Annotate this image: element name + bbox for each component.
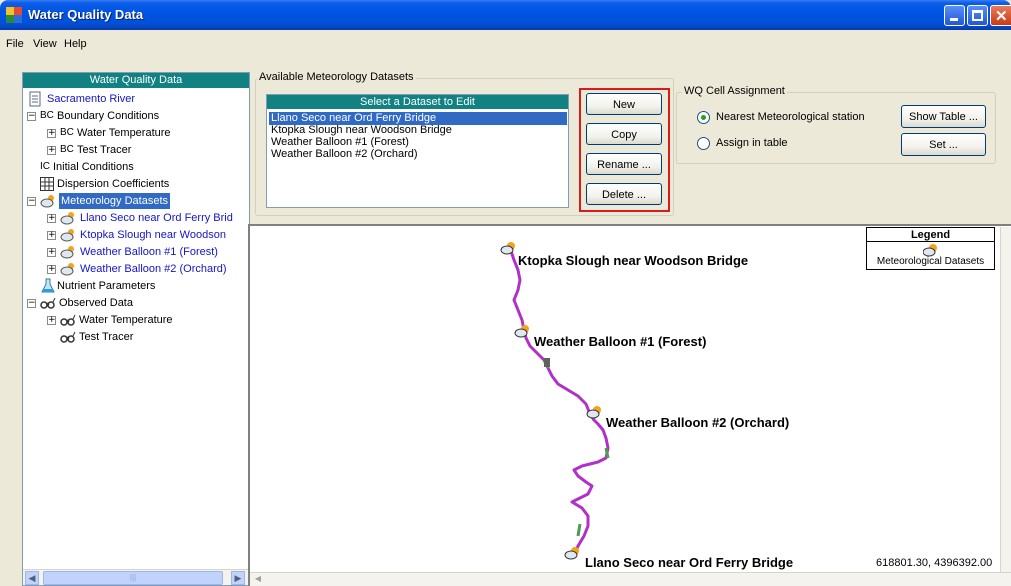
river-gauge-marker — [544, 358, 550, 367]
weather-station-icon — [60, 246, 74, 259]
scroll-thumb[interactable]: ||| — [43, 571, 223, 585]
station-label-balloon-1: Weather Balloon #1 (Forest) — [534, 334, 707, 349]
ic-icon: IC — [40, 161, 50, 172]
copy-button[interactable]: Copy — [586, 123, 662, 145]
expand-icon[interactable]: + — [47, 129, 56, 138]
glasses-icon — [60, 314, 76, 326]
menu-view[interactable]: View — [33, 38, 57, 50]
bc-icon: BC — [60, 144, 74, 155]
meteorology-group-label: Available Meteorology Datasets — [257, 71, 416, 83]
weather-station-icon — [60, 229, 74, 242]
close-icon: ✕ — [995, 8, 1008, 25]
glasses-icon — [40, 297, 56, 309]
menu-file[interactable]: File — [6, 38, 24, 50]
tree-label: Llano Seco near Ord Ferry Brid — [80, 212, 233, 224]
river-map[interactable] — [248, 224, 1011, 586]
bc-icon: BC — [40, 110, 54, 121]
river-path — [508, 247, 610, 557]
tree-label: Test Tracer — [79, 331, 134, 343]
cursor-coordinates: 618801.30, 4396392.00 — [876, 557, 993, 569]
menu-help[interactable]: Help — [64, 38, 87, 50]
delete-button[interactable]: Delete ... — [586, 183, 662, 205]
map-legend: Legend Meteorological Datasets — [866, 227, 995, 270]
legend-title: Legend — [867, 228, 994, 242]
tree-horizontal-scrollbar[interactable]: ◀ ||| ▶ — [23, 569, 249, 585]
maximize-icon — [972, 10, 983, 21]
rename-button[interactable]: Rename ... — [586, 153, 662, 175]
expand-icon[interactable]: + — [47, 265, 56, 274]
weather-station-icon — [60, 212, 74, 225]
expand-icon[interactable]: + — [47, 248, 56, 257]
collapse-icon[interactable]: − — [27, 197, 36, 206]
tree-header: Water Quality Data — [23, 73, 249, 88]
tree-label: Boundary Conditions — [57, 110, 160, 122]
maximize-button[interactable] — [967, 5, 988, 26]
station-marker — [564, 547, 579, 560]
scroll-left-arrow-icon[interactable]: ◀ — [252, 574, 264, 586]
station-label-ktopka: Ktopka Slough near Woodson Bridge — [518, 253, 749, 268]
glasses-icon — [60, 331, 76, 343]
dataset-list-header: Select a Dataset to Edit — [267, 95, 568, 109]
radio-assign-table[interactable] — [697, 137, 710, 150]
tree-label: Weather Balloon #1 (Forest) — [80, 246, 218, 258]
weather-station-icon — [60, 263, 74, 276]
tree-label: Meteorology Datasets — [59, 193, 170, 209]
table-grid-icon — [40, 177, 54, 191]
tree-label: Water Temperature — [79, 314, 173, 326]
weather-station-icon — [923, 244, 937, 257]
window-title: Water Quality Data — [28, 7, 144, 22]
project-tree[interactable]: Water Quality Data Sacramento River − BC… — [22, 72, 250, 586]
title-bar[interactable]: Water Quality Data ✕ — [0, 0, 1011, 30]
expand-icon[interactable]: + — [47, 231, 56, 240]
menu-bar: File View Help — [0, 30, 1011, 60]
station-label-balloon-2: Weather Balloon #2 (Orchard) — [606, 415, 790, 430]
flask-icon — [41, 278, 55, 293]
expand-icon[interactable]: + — [47, 214, 56, 223]
collapse-icon[interactable]: − — [27, 112, 36, 121]
tree-label: Weather Balloon #2 (Orchard) — [80, 263, 227, 275]
document-icon — [29, 91, 41, 107]
map-vertical-scrollbar[interactable] — [1000, 227, 1011, 572]
app-icon — [6, 7, 22, 23]
tree-label: Water Temperature — [77, 127, 171, 139]
weather-station-icon — [40, 195, 54, 208]
tree-label: Test Tracer — [77, 144, 132, 156]
radio-assign-table-label: Assign in table — [716, 137, 788, 149]
minimize-icon — [950, 18, 958, 21]
tree-label: Observed Data — [59, 297, 133, 309]
river-segment — [604, 447, 610, 459]
list-item[interactable]: Weather Balloon #2 (Orchard) — [269, 148, 567, 161]
collapse-icon[interactable]: − — [27, 299, 36, 308]
expand-icon[interactable]: + — [47, 146, 56, 155]
radio-nearest-label: Nearest Meteorological station — [716, 111, 865, 123]
close-button[interactable]: ✕ — [990, 5, 1011, 26]
new-button[interactable]: New — [586, 93, 662, 115]
bc-icon: BC — [60, 127, 74, 138]
radio-nearest[interactable] — [697, 111, 710, 124]
station-label-llano: Llano Seco near Ord Ferry Bridge — [585, 555, 794, 570]
dataset-listbox[interactable]: Select a Dataset to Edit Llano Seco near… — [266, 94, 569, 208]
legend-item-label: Meteorological Datasets — [876, 256, 985, 267]
scroll-right-arrow-icon[interactable]: ▶ — [231, 571, 245, 585]
map-horizontal-scrollbar[interactable]: ◀ — [250, 572, 1011, 586]
expand-icon[interactable]: + — [47, 316, 56, 325]
river-segment — [576, 523, 582, 537]
tree-label: Initial Conditions — [53, 161, 134, 173]
tree-root-label: Sacramento River — [47, 93, 136, 105]
tree-label: Ktopka Slough near Woodson — [80, 229, 226, 241]
wq-cell-group-label: WQ Cell Assignment — [682, 85, 787, 97]
tree-label: Dispersion Coefficients — [57, 178, 170, 190]
show-table-button[interactable]: Show Table ... — [901, 105, 986, 128]
tree-label: Nutrient Parameters — [57, 280, 156, 292]
minimize-button[interactable] — [944, 5, 965, 26]
scroll-left-arrow-icon[interactable]: ◀ — [25, 571, 39, 585]
station-marker — [514, 325, 529, 338]
set-button[interactable]: Set ... — [901, 133, 986, 156]
